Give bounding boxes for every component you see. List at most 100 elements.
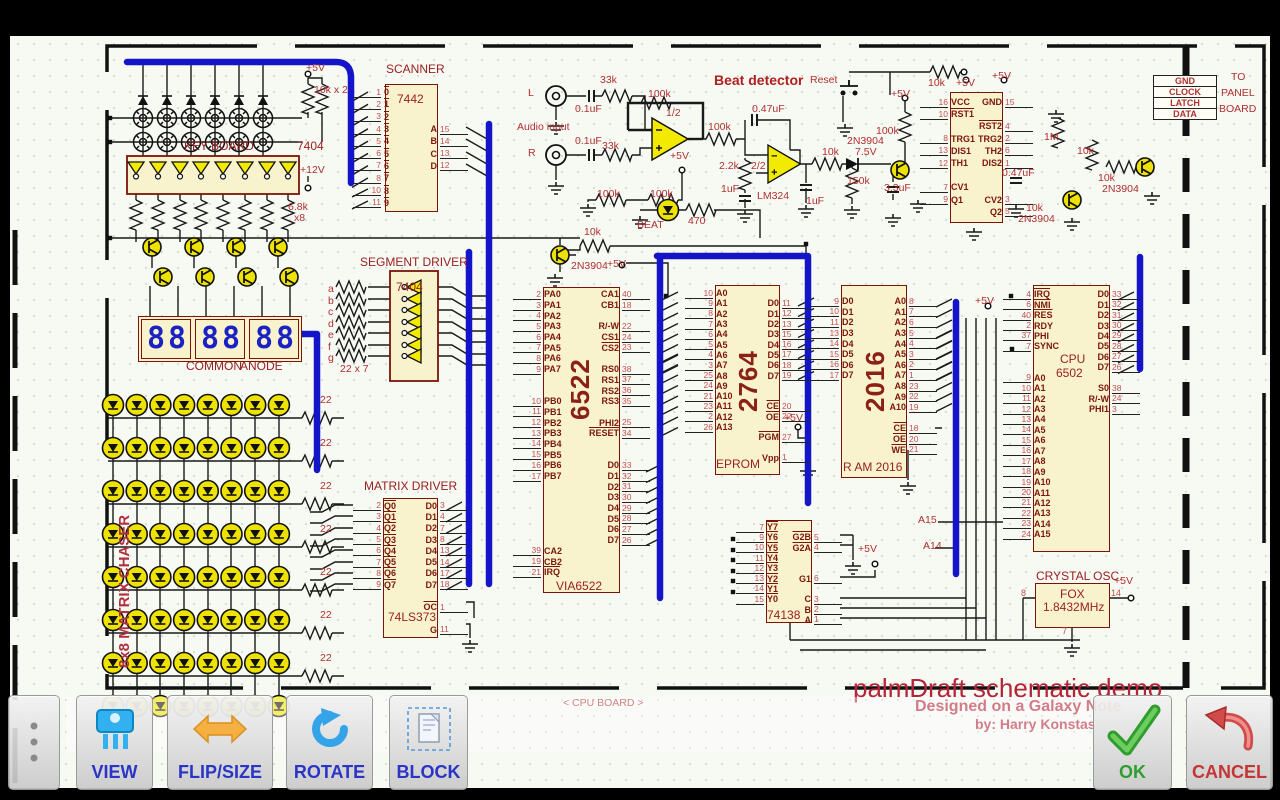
pin-label: 9	[381, 198, 392, 208]
pin-label: A2	[863, 317, 909, 327]
pin-label: PB3	[541, 428, 565, 438]
pin-row: A1	[768, 615, 842, 625]
pin-row: D033	[576, 460, 650, 471]
ic-74ls373-pins-left: 2Q03Q14Q25Q36Q47Q58Q69Q7	[353, 500, 399, 590]
pin-label: 1	[381, 99, 392, 109]
pin-number: 8	[353, 568, 381, 579]
pin-row: 7Q5	[353, 556, 399, 567]
ok-label: OK	[1119, 762, 1146, 783]
pin-row: 22A13	[1003, 508, 1062, 518]
pin-number: 14	[440, 557, 468, 568]
pin-row	[576, 439, 650, 450]
pin-label: CE	[863, 423, 909, 433]
pin-row	[1003, 352, 1062, 362]
pin-number: 21	[513, 567, 541, 578]
pin-label: R/-W	[1066, 394, 1112, 404]
pin-label: RS1	[576, 375, 622, 385]
pin-number: 7	[440, 523, 468, 534]
pin-row: D627	[576, 524, 650, 535]
pin-label: D6	[1066, 352, 1112, 362]
transistor-icon	[92, 696, 138, 762]
pin-label: D0	[1066, 289, 1112, 299]
ok-button[interactable]: OK	[1093, 695, 1172, 790]
pin-row: D231	[1066, 310, 1140, 320]
pin-row: 7PA5	[513, 342, 565, 353]
pin-number: 11	[353, 197, 381, 208]
pin-row	[513, 524, 565, 535]
pin-number: 11	[1003, 393, 1031, 404]
pin-number: 39	[513, 545, 541, 556]
pin-row: 6Q4	[353, 545, 399, 556]
pin-row: 9Q7	[353, 579, 399, 590]
pin-label: D6	[839, 360, 857, 370]
pin-label: OE	[736, 412, 782, 422]
pin-label: TRG2	[959, 134, 1005, 144]
pin-label: B	[394, 136, 440, 146]
pin-label: D3	[736, 329, 782, 339]
pin-number: 10	[353, 185, 381, 196]
pin-row: 13PB3	[513, 428, 565, 439]
pin-row	[513, 535, 565, 546]
pin-row: C3	[768, 594, 842, 604]
pin-number: 15	[736, 594, 764, 605]
pin-row: D416	[736, 339, 810, 349]
pin-label: A8	[713, 371, 731, 381]
pin-label: A6	[1031, 435, 1049, 445]
rotate-button[interactable]: ROTATE	[286, 695, 373, 790]
pin-row: 3Q1	[353, 511, 399, 522]
pin-row	[736, 422, 810, 432]
pin-row: D231	[576, 481, 650, 492]
pin-label: RES	[1031, 310, 1056, 320]
pin-row	[959, 181, 1033, 193]
pin-number: 23	[622, 342, 650, 353]
pin-number: 5	[353, 534, 381, 545]
pin-label: A12	[1031, 498, 1054, 508]
pin-label: PHI	[1031, 331, 1052, 341]
pin-number: 4	[814, 542, 842, 553]
pin-label: RST2	[959, 121, 1005, 131]
pin-number: 1	[909, 370, 937, 381]
pin-label: 4	[381, 136, 392, 146]
pin-row: D429	[576, 503, 650, 514]
pin-row: 3PA1	[513, 300, 565, 311]
pin-row: 37PHI	[1003, 331, 1062, 341]
pin-row: 7SYNC	[1003, 341, 1062, 351]
pin-label: D	[394, 161, 440, 171]
pin-row: 119	[353, 197, 392, 209]
pin-number: 2	[909, 359, 937, 370]
pin-label: D7	[736, 371, 782, 381]
pin-label: TH2	[959, 146, 1005, 156]
more-options-button[interactable]	[8, 695, 60, 790]
pin-number: 4	[1005, 121, 1033, 132]
pin-number: 6	[1005, 145, 1033, 156]
pin-number: 16	[513, 460, 541, 471]
ic-6502-pins-right: D033D132D231D330D429D528D627D726S038R/-W…	[1066, 289, 1140, 414]
pin-row: D14	[394, 511, 468, 522]
cancel-button[interactable]: CANCEL	[1186, 695, 1273, 790]
pin-label: D1	[1066, 300, 1112, 310]
pin-number: 8	[920, 133, 948, 144]
flip-size-button[interactable]: FLIP/SIZE	[167, 695, 273, 790]
pin-row: A26	[863, 317, 937, 328]
pin-label: PA1	[541, 300, 564, 310]
block-button[interactable]: BLOCK	[389, 695, 468, 790]
ic-2016-pins-right: A08A17A26A35A44A53A62A71A823A922A1019CE1…	[863, 296, 937, 455]
pin-number: 24	[1003, 529, 1031, 540]
pin-row	[513, 492, 565, 503]
pin-row: GND15	[959, 96, 1033, 108]
pin-row	[768, 553, 842, 563]
pin-label: A10	[1031, 477, 1054, 487]
pin-label: CE	[736, 401, 782, 411]
pin-number: 11	[811, 317, 839, 328]
pin-label: 2	[381, 112, 392, 122]
pin-row: D330	[1066, 320, 1140, 330]
view-button[interactable]: VIEW	[76, 695, 153, 790]
pin-number: 1	[814, 614, 842, 625]
display-digits: 88	[255, 320, 297, 358]
pin-row: D03	[394, 500, 468, 511]
pin-label: D3	[576, 492, 622, 502]
pin-row: 5PA3	[513, 321, 565, 332]
pin-number: 19	[1003, 477, 1031, 488]
pin-label: S0	[1066, 383, 1112, 393]
pin-label: G	[394, 625, 440, 635]
